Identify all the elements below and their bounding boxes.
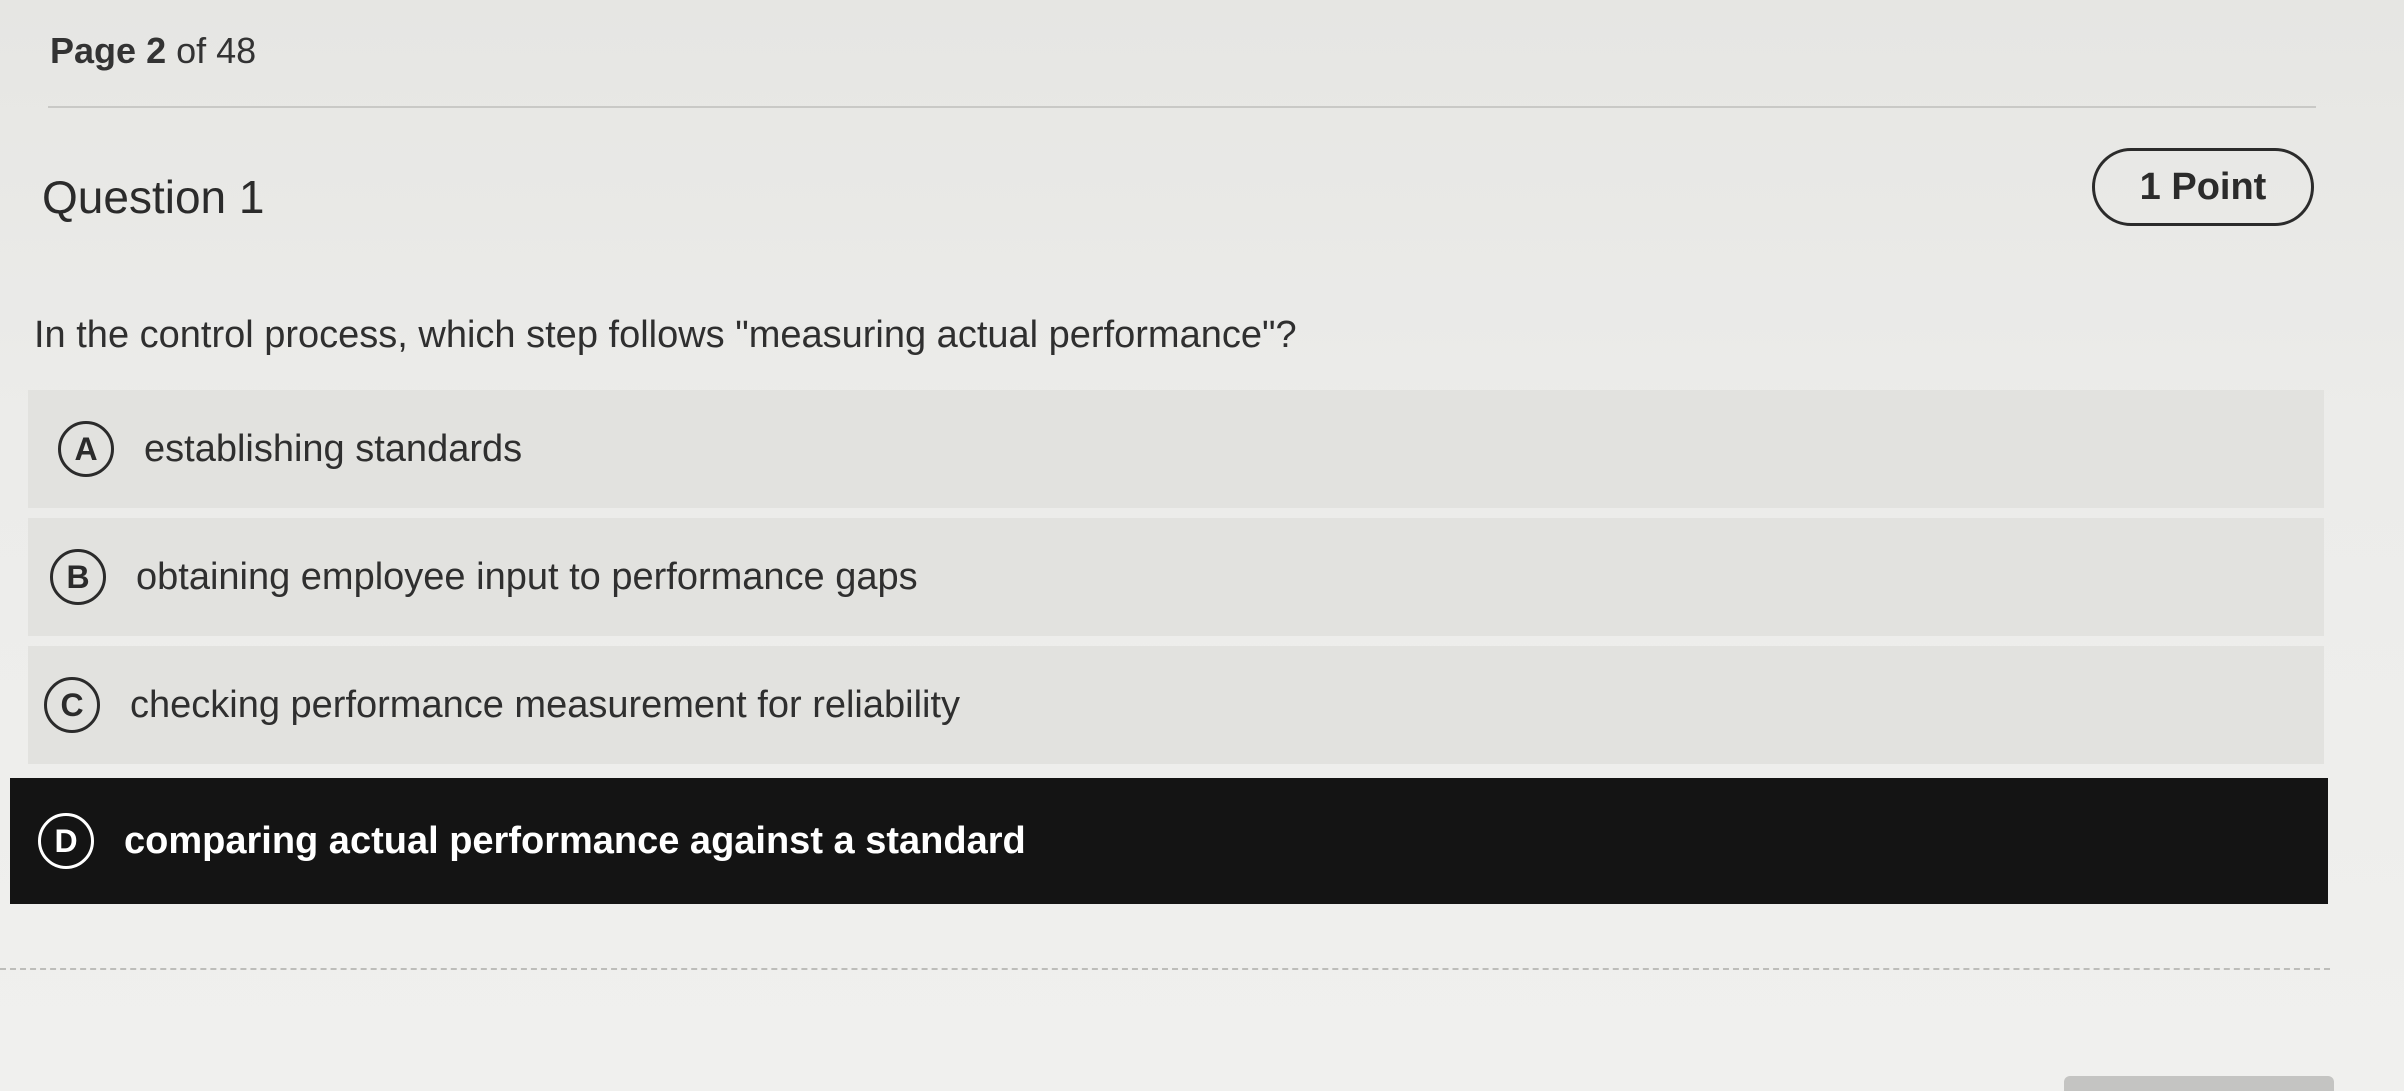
next-button[interactable] bbox=[2064, 1076, 2334, 1091]
answer-choice-d-selected[interactable]: D comparing actual performance against a… bbox=[10, 778, 2328, 904]
choice-letter-badge: D bbox=[38, 813, 94, 869]
answer-choice-a[interactable]: A establishing standards bbox=[28, 390, 2324, 508]
choice-label: obtaining employee input to performance … bbox=[136, 555, 918, 598]
question-text: In the control process, which step follo… bbox=[34, 314, 1297, 356]
points-badge: 1 Point bbox=[2092, 148, 2314, 226]
choice-label: comparing actual performance against a s… bbox=[124, 819, 1026, 862]
page-current-number: 2 bbox=[146, 30, 167, 71]
answer-choice-b[interactable]: B obtaining employee input to performanc… bbox=[28, 518, 2324, 636]
choice-letter-badge: C bbox=[44, 677, 100, 733]
question-title: Question 1 bbox=[42, 171, 265, 223]
choice-label: establishing standards bbox=[144, 427, 523, 470]
page-indicator: Page 2 of 48 bbox=[50, 30, 256, 72]
header-divider bbox=[48, 106, 2316, 108]
choice-letter-badge: B bbox=[50, 549, 106, 605]
footer-divider bbox=[0, 968, 2330, 970]
answer-choice-c[interactable]: C checking performance measurement for r… bbox=[28, 646, 2324, 764]
page-word: Page bbox=[50, 30, 137, 71]
choice-label: checking performance measurement for rel… bbox=[130, 683, 961, 726]
page-total: of 48 bbox=[176, 30, 257, 71]
choice-letter-badge: A bbox=[58, 421, 114, 477]
